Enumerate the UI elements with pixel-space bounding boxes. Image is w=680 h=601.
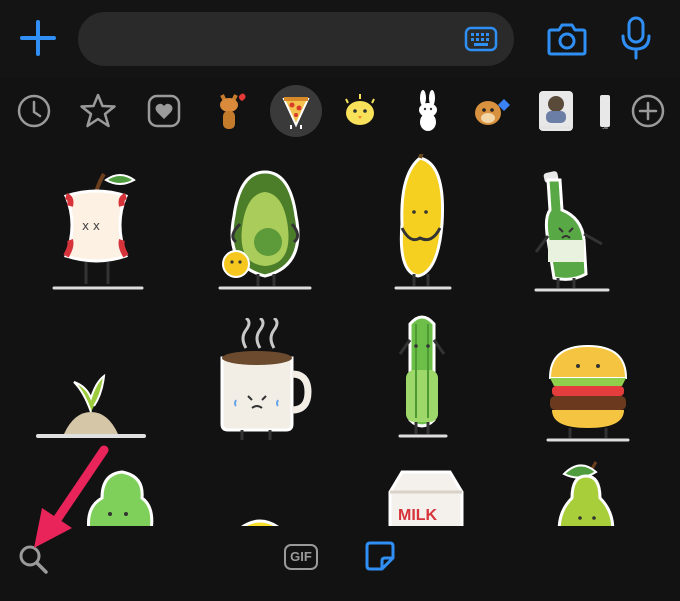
- bottom-toolbar: GIF: [0, 526, 680, 601]
- pizza-sticker: [282, 97, 310, 129]
- sticker-cucumber[interactable]: [386, 310, 458, 442]
- sticker-grid: x x MILK: [0, 146, 680, 526]
- cat-sticker: [220, 93, 246, 129]
- sticker-green-blob[interactable]: [80, 468, 156, 526]
- gif-tab-button[interactable]: GIF: [284, 544, 318, 570]
- add-pack-button[interactable]: [622, 85, 674, 137]
- sticker-banana[interactable]: [380, 154, 464, 294]
- tray-item-chick-pack[interactable]: [334, 85, 386, 137]
- tray-item-recent[interactable]: [8, 85, 60, 137]
- tray-item-kitten-pack[interactable]: [204, 85, 256, 137]
- tray-item-photo-pack[interactable]: Jiwaboyunuse7: [530, 85, 582, 137]
- tray-item-partial-pack[interactable]: Ja: [590, 85, 620, 137]
- sticker-coffee-mug[interactable]: [212, 318, 312, 444]
- dog-sticker: [475, 99, 510, 125]
- bunny-sticker: [419, 90, 437, 131]
- sticker-icon[interactable]: [364, 540, 396, 572]
- star-icon: [80, 93, 116, 128]
- photo-pack-label: Jiwaboyunuse7: [538, 125, 574, 131]
- milk-carton-label: MILK: [398, 507, 438, 524]
- microphone-icon[interactable]: [620, 16, 652, 60]
- sticker-lemon[interactable]: [226, 508, 294, 526]
- plus-circle-icon: [631, 94, 665, 128]
- sticker-sprout[interactable]: [34, 372, 148, 442]
- message-input[interactable]: [78, 12, 514, 66]
- tray-item-favorites[interactable]: [72, 85, 124, 137]
- sticker-pack-tray: Jiwaboyunuse7 Ja: [0, 78, 680, 146]
- svg-text:x x: x x: [82, 219, 100, 233]
- sticker-avocado[interactable]: [210, 166, 320, 294]
- heart-icon: [147, 94, 181, 128]
- keyboard-icon[interactable]: [464, 25, 498, 53]
- tray-item-pizza-pack[interactable]: [270, 85, 322, 137]
- chick-sticker: [345, 94, 375, 125]
- clock-icon: [17, 94, 51, 128]
- tray-item-bunny-pack[interactable]: [402, 85, 454, 137]
- sticker-bottle[interactable]: [526, 170, 616, 296]
- sticker-milk-carton[interactable]: MILK: [380, 468, 472, 526]
- tray-item-liked[interactable]: [138, 85, 190, 137]
- compose-bar: [0, 0, 680, 78]
- tray-item-dog-pack[interactable]: [466, 85, 518, 137]
- sticker-pear[interactable]: [552, 458, 622, 526]
- camera-icon[interactable]: [546, 20, 588, 58]
- sticker-apple-core[interactable]: x x: [42, 166, 152, 294]
- search-icon[interactable]: [16, 542, 50, 576]
- sticker-burger[interactable]: [540, 338, 636, 444]
- plus-icon[interactable]: [18, 18, 58, 58]
- partial-pack-label: Ja: [602, 125, 608, 131]
